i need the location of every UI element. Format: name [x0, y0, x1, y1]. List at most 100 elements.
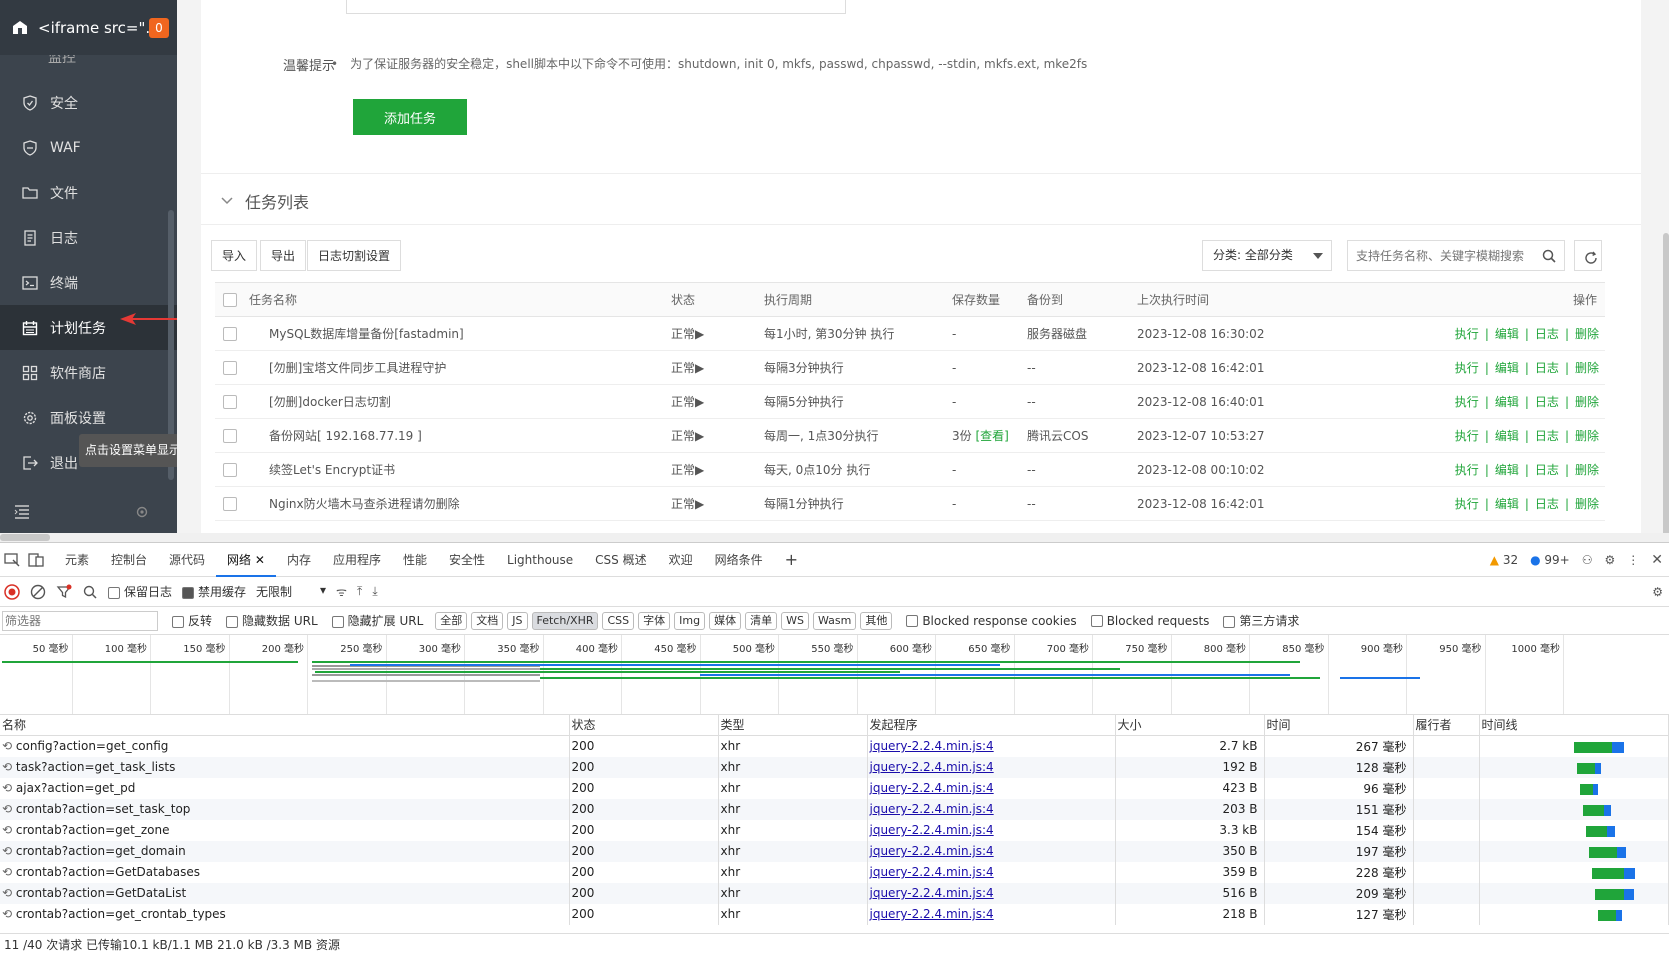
edit-task-link[interactable]: 编辑: [1495, 395, 1519, 409]
task-status-toggle[interactable]: 正常▶: [671, 316, 764, 351]
type-filter-pill[interactable]: 媒体: [709, 611, 742, 630]
net-col-header[interactable]: 大小: [1115, 715, 1265, 736]
sidebar-item-apps[interactable]: 软件商店: [0, 350, 177, 395]
col-keep[interactable]: 保存数量: [952, 282, 1027, 317]
notification-badge[interactable]: 0: [149, 17, 169, 38]
filter-input[interactable]: [2, 610, 158, 631]
sidebar-item-calendar[interactable]: 计划任务: [0, 305, 177, 350]
col-name[interactable]: 任务名称: [249, 282, 671, 317]
devtools-tab[interactable]: 网络条件: [704, 543, 774, 577]
network-request-row[interactable]: ⟲ ajax?action=get_pd 200 xhr jquery-2.2.4.m…: [0, 777, 1669, 799]
task-status-toggle[interactable]: 正常▶: [671, 486, 764, 521]
hscroll-thumb[interactable]: [0, 534, 50, 541]
sidebar-item-folder[interactable]: 文件: [0, 170, 177, 215]
filter-icon[interactable]: [56, 584, 72, 600]
task-status-toggle[interactable]: 正常▶: [671, 418, 764, 453]
net-col-header[interactable]: 时间线: [1479, 715, 1669, 736]
devtools-tab[interactable]: 元素: [54, 543, 100, 577]
blocked-requests-checkbox[interactable]: [1090, 615, 1103, 627]
initiator-link[interactable]: jquery-2.2.4.min.js:4: [870, 760, 994, 774]
type-filter-pill[interactable]: 字体: [638, 611, 671, 630]
initiator-link[interactable]: jquery-2.2.4.min.js:4: [870, 823, 994, 837]
preserve-log-checkbox[interactable]: [108, 586, 120, 599]
inspect-element-icon[interactable]: [4, 552, 20, 567]
devtools-tab[interactable]: 控制台: [100, 543, 158, 577]
devtools-tab[interactable]: 性能: [392, 543, 438, 577]
invert-checkbox[interactable]: [172, 615, 184, 628]
sidebar-item-monitor[interactable]: 监控: [0, 55, 177, 80]
net-col-header[interactable]: 时间: [1264, 715, 1414, 736]
hide-ext-url-toggle[interactable]: 隐藏扩展 URL: [331, 612, 423, 629]
type-filter-pill[interactable]: 全部: [435, 611, 468, 630]
disable-cache-checkbox[interactable]: [182, 586, 195, 599]
third-party-toggle[interactable]: 第三方请求: [1223, 612, 1299, 629]
delete-task-link[interactable]: 删除: [1575, 497, 1599, 511]
devtools-tab[interactable]: 内存: [276, 543, 322, 577]
edit-task-link[interactable]: 编辑: [1495, 327, 1519, 341]
run-task-link[interactable]: 执行: [1455, 395, 1479, 409]
row-checkbox[interactable]: [223, 360, 237, 375]
type-filter-pill[interactable]: 清单: [745, 611, 778, 630]
task-search[interactable]: [1347, 240, 1565, 271]
type-filter-pill[interactable]: 其他: [860, 611, 893, 630]
type-filter-pill[interactable]: CSS: [602, 611, 635, 630]
type-filter-pill[interactable]: Fetch/XHR: [531, 611, 599, 630]
row-checkbox[interactable]: [223, 496, 237, 511]
close-devtools-icon[interactable]: ✕: [1651, 552, 1663, 568]
row-checkbox[interactable]: [223, 394, 237, 409]
network-conditions-icon[interactable]: ⚇: [1582, 553, 1593, 567]
net-col-header[interactable]: 类型: [718, 715, 868, 736]
hide-data-url-checkbox[interactable]: [226, 615, 239, 628]
view-backups-link[interactable]: [查看]: [975, 429, 1008, 443]
devtools-tab[interactable]: 欢迎: [658, 543, 704, 577]
chevron-down-icon[interactable]: [221, 197, 233, 205]
export-har-icon[interactable]: ⤓: [372, 584, 377, 599]
net-col-header[interactable]: 发起程序: [867, 715, 1116, 736]
type-filter-pill[interactable]: JS: [507, 611, 528, 630]
run-task-link[interactable]: 执行: [1455, 463, 1479, 477]
network-overview-timeline[interactable]: 50 毫秒 100 毫秒 150 毫秒 200 毫秒 250 毫秒 300 毫秒 350 毫…: [0, 635, 1669, 715]
type-filter-pill[interactable]: Wasm: [812, 611, 857, 630]
blocked-cookies-toggle[interactable]: Blocked response cookies: [906, 614, 1077, 628]
row-checkbox[interactable]: [223, 326, 237, 341]
edit-task-link[interactable]: 编辑: [1495, 429, 1519, 443]
hide-ext-url-checkbox[interactable]: [331, 615, 344, 628]
delete-task-link[interactable]: 删除: [1575, 361, 1599, 375]
add-task-button[interactable]: 添加任务: [353, 99, 467, 135]
more-tabs-plus-icon[interactable]: +: [774, 543, 809, 577]
menu-toggle-icon[interactable]: [14, 504, 30, 519]
device-toolbar-icon[interactable]: [28, 552, 44, 567]
task-search-input[interactable]: [1348, 241, 1528, 270]
initiator-link[interactable]: jquery-2.2.4.min.js:4: [870, 907, 994, 921]
network-request-row[interactable]: ⟲ task?action=get_task_lists 200 xhr jquery…: [0, 756, 1669, 778]
task-list-header[interactable]: 任务列表: [221, 189, 309, 213]
sidebar-item-shield[interactable]: 安全: [0, 80, 177, 125]
blocked-requests-toggle[interactable]: Blocked requests: [1090, 614, 1209, 628]
devtools-tab[interactable]: 应用程序: [322, 543, 392, 577]
invert-toggle[interactable]: 反转: [172, 612, 212, 629]
network-request-row[interactable]: ⟲ crontab?action=GetDataList 200 xhr jquery…: [0, 882, 1669, 904]
initiator-link[interactable]: jquery-2.2.4.min.js:4: [870, 886, 994, 900]
delete-task-link[interactable]: 删除: [1575, 463, 1599, 477]
type-filter-pill[interactable]: 文档: [471, 611, 504, 630]
close-tab-icon[interactable]: ✕: [255, 553, 265, 567]
initiator-link[interactable]: jquery-2.2.4.min.js:4: [870, 844, 994, 858]
row-checkbox[interactable]: [223, 428, 237, 443]
col-last-run[interactable]: 上次执行时间: [1137, 282, 1377, 317]
run-task-link[interactable]: 执行: [1455, 361, 1479, 375]
devtools-tab[interactable]: Lighthouse: [496, 543, 584, 577]
warnings-counter[interactable]: ▲ 32: [1490, 553, 1518, 567]
net-col-header[interactable]: 履行者: [1413, 715, 1480, 736]
run-task-link[interactable]: 执行: [1455, 429, 1479, 443]
clear-icon[interactable]: [30, 584, 46, 600]
task-log-link[interactable]: 日志: [1535, 361, 1559, 375]
edit-task-link[interactable]: 编辑: [1495, 361, 1519, 375]
network-request-row[interactable]: ⟲ crontab?action=GetDatabases 200 xhr jquer…: [0, 861, 1669, 883]
net-col-header[interactable]: 名称: [0, 715, 570, 736]
task-log-link[interactable]: 日志: [1535, 395, 1559, 409]
network-request-row[interactable]: ⟲ crontab?action=get_zone 200 xhr jquery-2.…: [0, 819, 1669, 841]
log-cut-settings-button[interactable]: 日志切割设置: [307, 240, 402, 271]
task-log-link[interactable]: 日志: [1535, 463, 1559, 477]
disable-cache-toggle[interactable]: 禁用缓存: [182, 583, 246, 600]
task-status-toggle[interactable]: 正常▶: [671, 384, 764, 419]
